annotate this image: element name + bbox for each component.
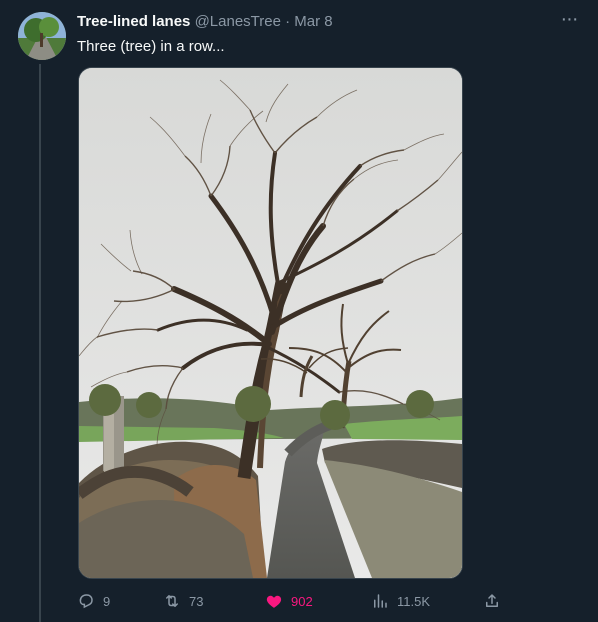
- tweet-header: Tree-lined lanes @LanesTree · Mar 8: [77, 12, 582, 34]
- avatar[interactable]: [18, 12, 66, 60]
- meta-separator: ·: [285, 13, 291, 30]
- thread-line: [39, 64, 41, 622]
- author-name[interactable]: Tree-lined lanes: [77, 13, 190, 30]
- views-count: 11.5K: [397, 593, 431, 609]
- reply-count: 9: [103, 593, 111, 609]
- heart-icon: [266, 595, 282, 608]
- avatar-image: [18, 12, 66, 60]
- reply-icon: [79, 594, 93, 609]
- reply-button[interactable]: 9: [77, 589, 110, 613]
- share-button[interactable]: [483, 589, 501, 613]
- views-button[interactable]: 11.5K: [371, 589, 430, 613]
- views-icon: [374, 594, 387, 608]
- tweet-date[interactable]: Mar 8: [294, 13, 332, 30]
- like-button[interactable]: 902: [265, 589, 313, 613]
- tweet-photo[interactable]: [78, 67, 463, 579]
- tree-lane-photo: [79, 68, 462, 578]
- retweet-count: 73: [189, 593, 204, 609]
- tweet-text: Three (tree) in a row...: [77, 38, 225, 55]
- more-icon[interactable]: ···: [556, 9, 582, 36]
- author-handle[interactable]: @LanesTree: [195, 13, 281, 30]
- like-count: 902: [291, 593, 313, 609]
- share-icon: [486, 594, 498, 607]
- retweet-button[interactable]: 73: [163, 589, 203, 613]
- tweet-actions: 9 73 902 11.5K: [77, 589, 517, 613]
- retweet-icon: [166, 595, 178, 607]
